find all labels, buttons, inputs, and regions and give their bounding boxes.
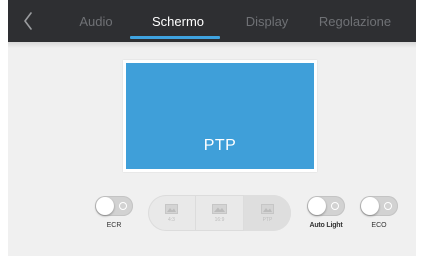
toggle-knob: [361, 197, 379, 215]
tab-schermo-label: Schermo: [151, 13, 205, 29]
toggle-off-ring-icon: [119, 202, 127, 210]
eco-toggle[interactable]: [360, 196, 398, 216]
aspect-option-16-9[interactable]: 16:9: [196, 195, 244, 231]
aspect-option-label: 4:3: [168, 216, 175, 223]
toggle-off-ring-icon: [331, 202, 339, 210]
toggle-off-ring-icon: [384, 202, 392, 210]
tab-regolazione[interactable]: Regolazione: [312, 0, 398, 42]
toggle-knob: [308, 197, 326, 215]
image-icon: [165, 203, 178, 214]
preview-mode-label: PTP: [203, 137, 237, 154]
ecr-label: ECR: [106, 222, 122, 229]
aspect-preview: PTP: [123, 60, 317, 172]
back-button[interactable]: [16, 8, 40, 34]
chevron-left-icon: [24, 12, 32, 30]
aspect-ratio-selector: 4:3 16:9 PTP: [148, 195, 291, 231]
ecr-toggle[interactable]: [95, 196, 133, 216]
tab-audio-label: Audio: [79, 13, 113, 29]
image-icon: [261, 203, 274, 214]
toggle-knob: [96, 197, 114, 215]
aspect-option-ptp[interactable]: PTP: [244, 195, 291, 231]
panel-top-shadow: [8, 42, 416, 48]
active-tab-indicator: [130, 36, 220, 39]
top-nav-bar: Audio Schermo Display Regolazione: [8, 0, 416, 42]
tab-display-label: Display: [245, 13, 289, 29]
auto-light-toggle[interactable]: [307, 196, 345, 216]
screen-settings-window: Audio Schermo Display Regolazione PTP EC…: [0, 0, 422, 262]
tab-display[interactable]: Display: [236, 0, 298, 42]
aspect-option-4-3[interactable]: 4:3: [148, 195, 196, 231]
auto-light-label: Auto Light: [309, 222, 343, 229]
aspect-option-label: 16:9: [214, 216, 225, 223]
tab-regolazione-label: Regolazione: [318, 13, 392, 29]
eco-label: ECO: [371, 222, 387, 229]
image-icon: [212, 203, 227, 214]
tab-audio[interactable]: Audio: [66, 0, 126, 42]
aspect-option-label: PTP: [262, 216, 273, 223]
